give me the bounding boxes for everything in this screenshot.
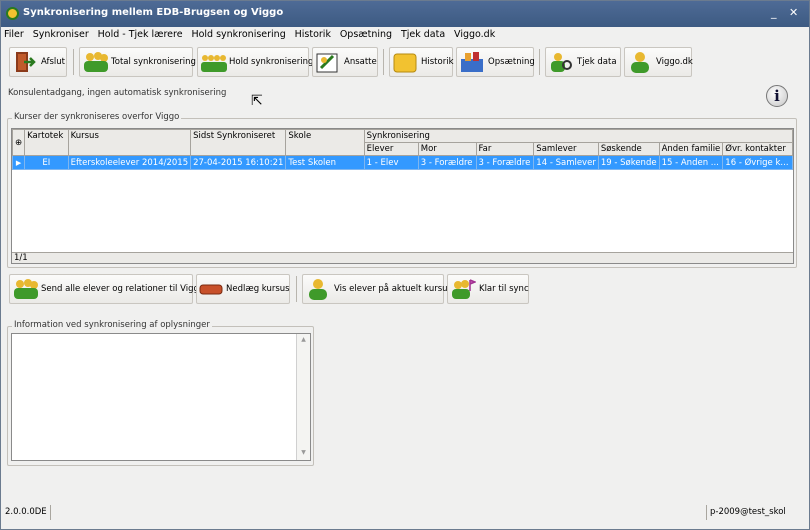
toolbar-separator [383, 49, 384, 75]
version-label: 2.0.0.0DE [5, 505, 51, 520]
menu-tjek-data[interactable]: Tjek data [398, 27, 448, 40]
row-indicator-icon: ▶ [12, 155, 26, 170]
tjek-data-button[interactable]: Tjek data [545, 47, 621, 77]
courses-grid[interactable]: ⊕ Kartotek Kursus Sidst Synkroniseret Sk… [11, 128, 794, 264]
opsaetning-button[interactable]: Opsætning [456, 47, 535, 77]
courses-table: ⊕ Kartotek Kursus Sidst Synkroniseret Sk… [12, 129, 793, 170]
pager: 1/1 [12, 252, 793, 263]
group-people-icon [82, 50, 108, 74]
menu-opsaetning[interactable]: Opsætning [337, 27, 395, 40]
row-selector-header[interactable]: ⊕ [12, 129, 26, 156]
info-icon[interactable]: i [766, 85, 788, 107]
toolbar-separator [73, 49, 74, 75]
viggo-button[interactable]: Viggo.dk [624, 47, 693, 77]
column-header[interactable]: Sidst Synkroniseret [190, 129, 287, 156]
table-cell: 14 - Samlever [533, 155, 599, 170]
column-header[interactable]: Mor [417, 142, 477, 156]
settings-toolbox-icon [459, 50, 485, 74]
column-header[interactable]: Skole [285, 129, 365, 156]
column-header[interactable]: Søskende [597, 142, 660, 156]
user-label: p-2009@test_skol [706, 505, 804, 520]
column-header[interactable]: Kursus [67, 129, 192, 156]
column-header[interactable]: Kartotek [24, 129, 69, 156]
table-cell: 1 - Elev [363, 155, 419, 170]
scroll-down-icon[interactable]: ▼ [299, 449, 308, 458]
red-bar-icon [199, 277, 223, 301]
table-cell: EI [24, 155, 69, 170]
send-all-button[interactable]: Send alle elever og relationer til Viggo [9, 274, 204, 304]
app-window: Synkronisering mellem EDB-Brugsen og Vig… [0, 0, 810, 530]
total-sync-button[interactable]: Total synkronisering [79, 47, 196, 77]
person-icon [305, 277, 331, 301]
status-bar: 2.0.0.0DE p-2009@test_skol [1, 501, 809, 529]
column-header[interactable]: Samlever [533, 142, 599, 156]
table-cell: 15 - Anden ... [658, 155, 724, 170]
column-header[interactable]: Far [475, 142, 535, 156]
person-search-icon [548, 50, 574, 74]
table-cell: 27-04-2015 16:10:21 [190, 155, 287, 170]
menu-hold-synkronisering[interactable]: Hold synkronisering [188, 27, 288, 40]
toolbar-separator [296, 276, 297, 302]
menu-synkroniser[interactable]: Synkroniser [30, 27, 92, 40]
mouse-cursor-icon: ⇱ [251, 93, 263, 109]
historik-button[interactable]: Historik [389, 47, 454, 77]
toolbar: Afslut Total synkronisering Hold synkron… [1, 44, 809, 80]
table-cell: Efterskoleelever 2014/2015 [67, 155, 192, 170]
menu-historik[interactable]: Historik [292, 27, 334, 40]
menu-bar: Filer Synkroniser Hold - Tjek lærere Hol… [1, 27, 809, 44]
app-icon [6, 7, 19, 20]
menu-hold-tjek-laerere[interactable]: Hold - Tjek lærere [95, 27, 186, 40]
toolbar-separator [539, 49, 540, 75]
table-cell: Test Skolen [285, 155, 365, 170]
exit-door-icon [12, 50, 38, 74]
sync-group-header: Synkronisering [363, 129, 793, 143]
klar-til-sync-button[interactable]: Klar til sync [447, 274, 529, 304]
folder-icon [392, 50, 418, 74]
menu-viggo[interactable]: Viggo.dk [451, 27, 498, 40]
menu-filer[interactable]: Filer [1, 27, 27, 40]
hold-sync-button[interactable]: Hold synkronisering [197, 47, 313, 77]
table-cell: 3 - Forældre [417, 155, 477, 170]
minimize-button[interactable]: _ [771, 6, 777, 19]
column-header[interactable]: Elever [363, 142, 419, 156]
table-row[interactable]: ▶ EI Efterskoleelever 2014/2015 27-04-20… [12, 155, 793, 170]
nedlaeg-button[interactable]: Nedlæg kursus [196, 274, 290, 304]
table-cell: 19 - Søkende [597, 155, 660, 170]
action-bar: Send alle elever og relationer til Viggo… [1, 271, 809, 305]
close-button[interactable]: ✕ [789, 6, 798, 19]
title-bar[interactable]: Synkronisering mellem EDB-Brugsen og Vig… [1, 1, 809, 27]
people-row-icon [200, 50, 227, 74]
info-textbox[interactable]: ▲ ▼ [11, 333, 311, 461]
people-flag-icon [450, 277, 478, 301]
table-cell: 3 - Forældre [475, 155, 535, 170]
ansatte-button[interactable]: Ansatte [312, 47, 378, 77]
person-icon [627, 50, 653, 74]
column-header[interactable]: Anden familie [658, 142, 724, 156]
status-message: Konsulentadgang, ingen automatisk synkro… [8, 88, 227, 98]
table-cell: 16 - Øvrige k... [722, 155, 793, 170]
scroll-up-icon[interactable]: ▲ [299, 336, 308, 345]
group-people-icon [12, 277, 38, 301]
column-header[interactable]: Øvr. kontakter [722, 142, 793, 156]
window-title: Synkronisering mellem EDB-Brugsen og Vig… [23, 7, 284, 18]
info-scrollbar[interactable]: ▲ ▼ [296, 334, 310, 460]
afslut-button[interactable]: Afslut [9, 47, 67, 77]
employee-clipboard-icon [315, 50, 341, 74]
vis-elever-button[interactable]: Vis elever på aktuelt kursus [302, 274, 452, 304]
